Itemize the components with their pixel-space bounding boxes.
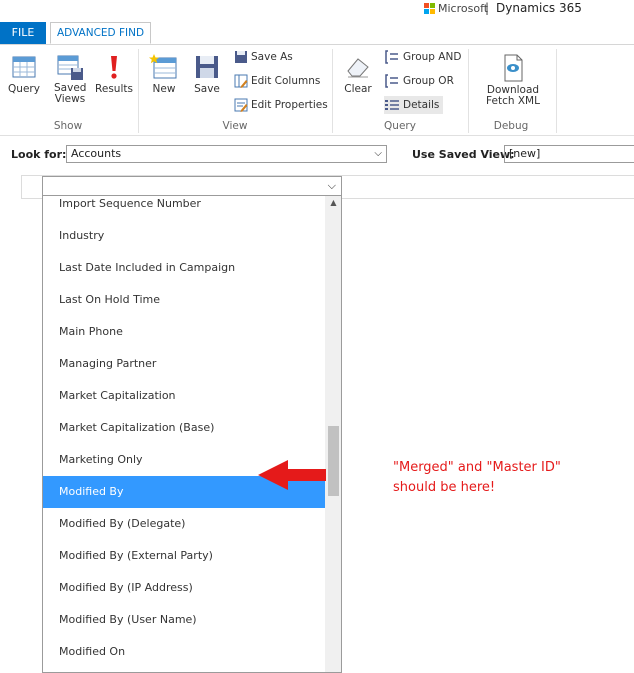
- group-label-debug: Debug: [493, 120, 529, 132]
- results-button[interactable]: Results: [94, 53, 134, 95]
- dropdown-option[interactable]: Modified By (Delegate): [43, 508, 325, 540]
- dropdown-option[interactable]: Modified On: [43, 636, 325, 668]
- microsoft-label: Microsoft: [438, 2, 489, 15]
- saved-views-label: Saved Views: [54, 82, 87, 105]
- clear-label: Clear: [344, 83, 372, 95]
- new-button[interactable]: New: [145, 53, 183, 95]
- download-fetch-xml-button[interactable]: Download Fetch XML: [473, 53, 553, 107]
- dropdown-option[interactable]: Modified By (IP Address): [43, 572, 325, 604]
- chevron-down-icon: ⌵: [327, 179, 336, 192]
- floppy-small-icon: [235, 51, 247, 63]
- scroll-up-icon[interactable]: ▲: [325, 196, 341, 210]
- product-name[interactable]: Dynamics 365: [496, 1, 582, 15]
- group-or-button[interactable]: Group OR: [384, 72, 454, 90]
- save-as-button[interactable]: Save As: [234, 48, 293, 66]
- dropdown-scrollbar[interactable]: ▲: [325, 196, 341, 672]
- group-label-view: View: [222, 120, 248, 132]
- look-for-select[interactable]: Accounts ⌵: [66, 145, 387, 163]
- dropdown-option[interactable]: Last On Hold Time: [43, 284, 325, 316]
- dropdown-option[interactable]: Market Capitalization: [43, 380, 325, 412]
- dropdown-option[interactable]: Modified By (User Name): [43, 604, 325, 636]
- brand-separator: |: [485, 1, 490, 15]
- annotation-line-2: should be here!: [393, 480, 496, 495]
- exclamation-icon: [111, 56, 117, 79]
- results-label: Results: [95, 83, 133, 95]
- ribbon-tabs: FILE ADVANCED FIND: [0, 22, 634, 45]
- floppy-disk-icon: [196, 56, 218, 78]
- edit-properties-icon: [234, 98, 248, 112]
- ribbon-divider: [332, 49, 333, 133]
- group-label-show: Show: [53, 120, 83, 132]
- ribbon: Query Saved Views Results Show New Save …: [0, 45, 634, 136]
- field-select[interactable]: ⌵: [42, 176, 342, 196]
- edit-columns-button[interactable]: Edit Columns: [234, 72, 320, 90]
- eraser-icon: [347, 58, 369, 78]
- brand-bar: Microsoft | Dynamics 365: [0, 0, 634, 20]
- group-and-label: Group AND: [403, 51, 462, 63]
- dropdown-option[interactable]: Market Capitalization (Base): [43, 412, 325, 444]
- microsoft-logo-icon: [424, 3, 435, 14]
- dropdown-option[interactable]: Managing Partner: [43, 348, 325, 380]
- dropdown-option[interactable]: Industry: [43, 220, 325, 252]
- look-for-value: Accounts: [71, 147, 122, 160]
- saved-view-label: Use Saved View:: [412, 148, 515, 161]
- dropdown-option[interactable]: Modified By (External Party): [43, 540, 325, 572]
- chevron-down-icon: ⌵: [374, 148, 382, 159]
- saved-views-icon: [57, 55, 83, 80]
- ribbon-divider: [468, 49, 469, 133]
- look-for-label: Look for:: [11, 148, 67, 161]
- edit-properties-label: Edit Properties: [251, 99, 328, 111]
- group-or-icon: [385, 74, 398, 88]
- dropdown-option[interactable]: Last Date Included in Campaign: [43, 252, 325, 284]
- new-grid-icon: [149, 54, 177, 79]
- table-grid-icon: [12, 56, 36, 78]
- details-button[interactable]: Details: [384, 96, 444, 114]
- scrollbar-thumb[interactable]: [328, 426, 339, 496]
- details-icon: [385, 100, 399, 110]
- field-dropdown-list[interactable]: Import Sequence Number Industry Last Date …: [42, 196, 342, 673]
- saved-views-button[interactable]: Saved Views: [50, 53, 90, 105]
- edit-properties-button[interactable]: Edit Properties: [234, 96, 328, 114]
- download-fetch-xml-label: Download Fetch XML: [486, 84, 540, 107]
- clear-button[interactable]: Clear: [340, 53, 376, 95]
- save-as-label: Save As: [251, 51, 293, 63]
- saved-view-select[interactable]: [new]: [504, 145, 634, 163]
- query-label: Query: [8, 83, 40, 95]
- group-and-button[interactable]: Group AND: [384, 48, 461, 66]
- edit-columns-label: Edit Columns: [251, 75, 321, 87]
- group-label-query: Query: [384, 120, 416, 132]
- save-label: Save: [194, 83, 220, 95]
- dropdown-options: Import Sequence Number Industry Last Date …: [43, 196, 325, 668]
- details-label: Details: [403, 99, 440, 111]
- group-and-icon: [385, 50, 398, 64]
- dropdown-option[interactable]: Import Sequence Number: [43, 196, 325, 220]
- edit-columns-icon: [234, 74, 248, 88]
- save-button[interactable]: Save: [188, 53, 226, 95]
- tab-advanced-find[interactable]: ADVANCED FIND: [50, 22, 151, 44]
- annotation-note: "Merged" and "Master ID" should be here!: [393, 458, 593, 498]
- tab-file[interactable]: FILE: [0, 22, 46, 44]
- ribbon-divider: [138, 49, 139, 133]
- new-label: New: [152, 83, 176, 95]
- dropdown-option[interactable]: Main Phone: [43, 316, 325, 348]
- ribbon-divider: [556, 49, 557, 133]
- group-or-label: Group OR: [403, 75, 454, 87]
- annotation-line-1: "Merged" and "Master ID": [393, 460, 561, 475]
- red-arrow-icon: [258, 460, 326, 490]
- query-button[interactable]: Query: [4, 53, 44, 95]
- xml-file-icon: [504, 54, 523, 82]
- saved-view-value: [new]: [509, 147, 541, 160]
